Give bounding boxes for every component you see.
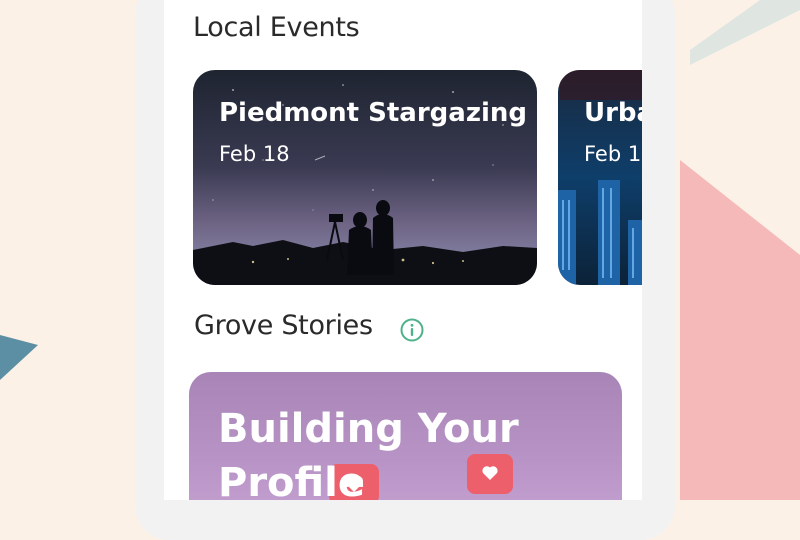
event-title: Piedmont Stargazing — [219, 98, 528, 128]
event-card-piedmont-stargazing[interactable]: Piedmont Stargazing Feb 18 — [193, 70, 537, 285]
event-date: Feb 1 — [584, 142, 642, 166]
pink-shape — [680, 160, 800, 500]
story-title-line1: Building Your — [218, 406, 519, 452]
event-title: Urba — [584, 98, 642, 128]
info-icon[interactable] — [400, 318, 424, 342]
story-title: Building Your Profile — [218, 402, 618, 500]
story-card-building-your-profile[interactable]: Building Your Profile — [189, 372, 622, 500]
app-screen: Local Events Piedmont Stargazing Feb 18 … — [164, 0, 642, 500]
mint-stripe — [690, 0, 800, 65]
event-card-urban[interactable]: Urba Feb 1 — [558, 70, 642, 285]
teal-triangle — [0, 335, 38, 380]
local-events-heading: Local Events — [193, 12, 360, 43]
event-date: Feb 18 — [219, 142, 290, 166]
grove-stories-heading: Grove Stories — [194, 310, 373, 341]
story-title-line2: Profile — [218, 460, 366, 500]
